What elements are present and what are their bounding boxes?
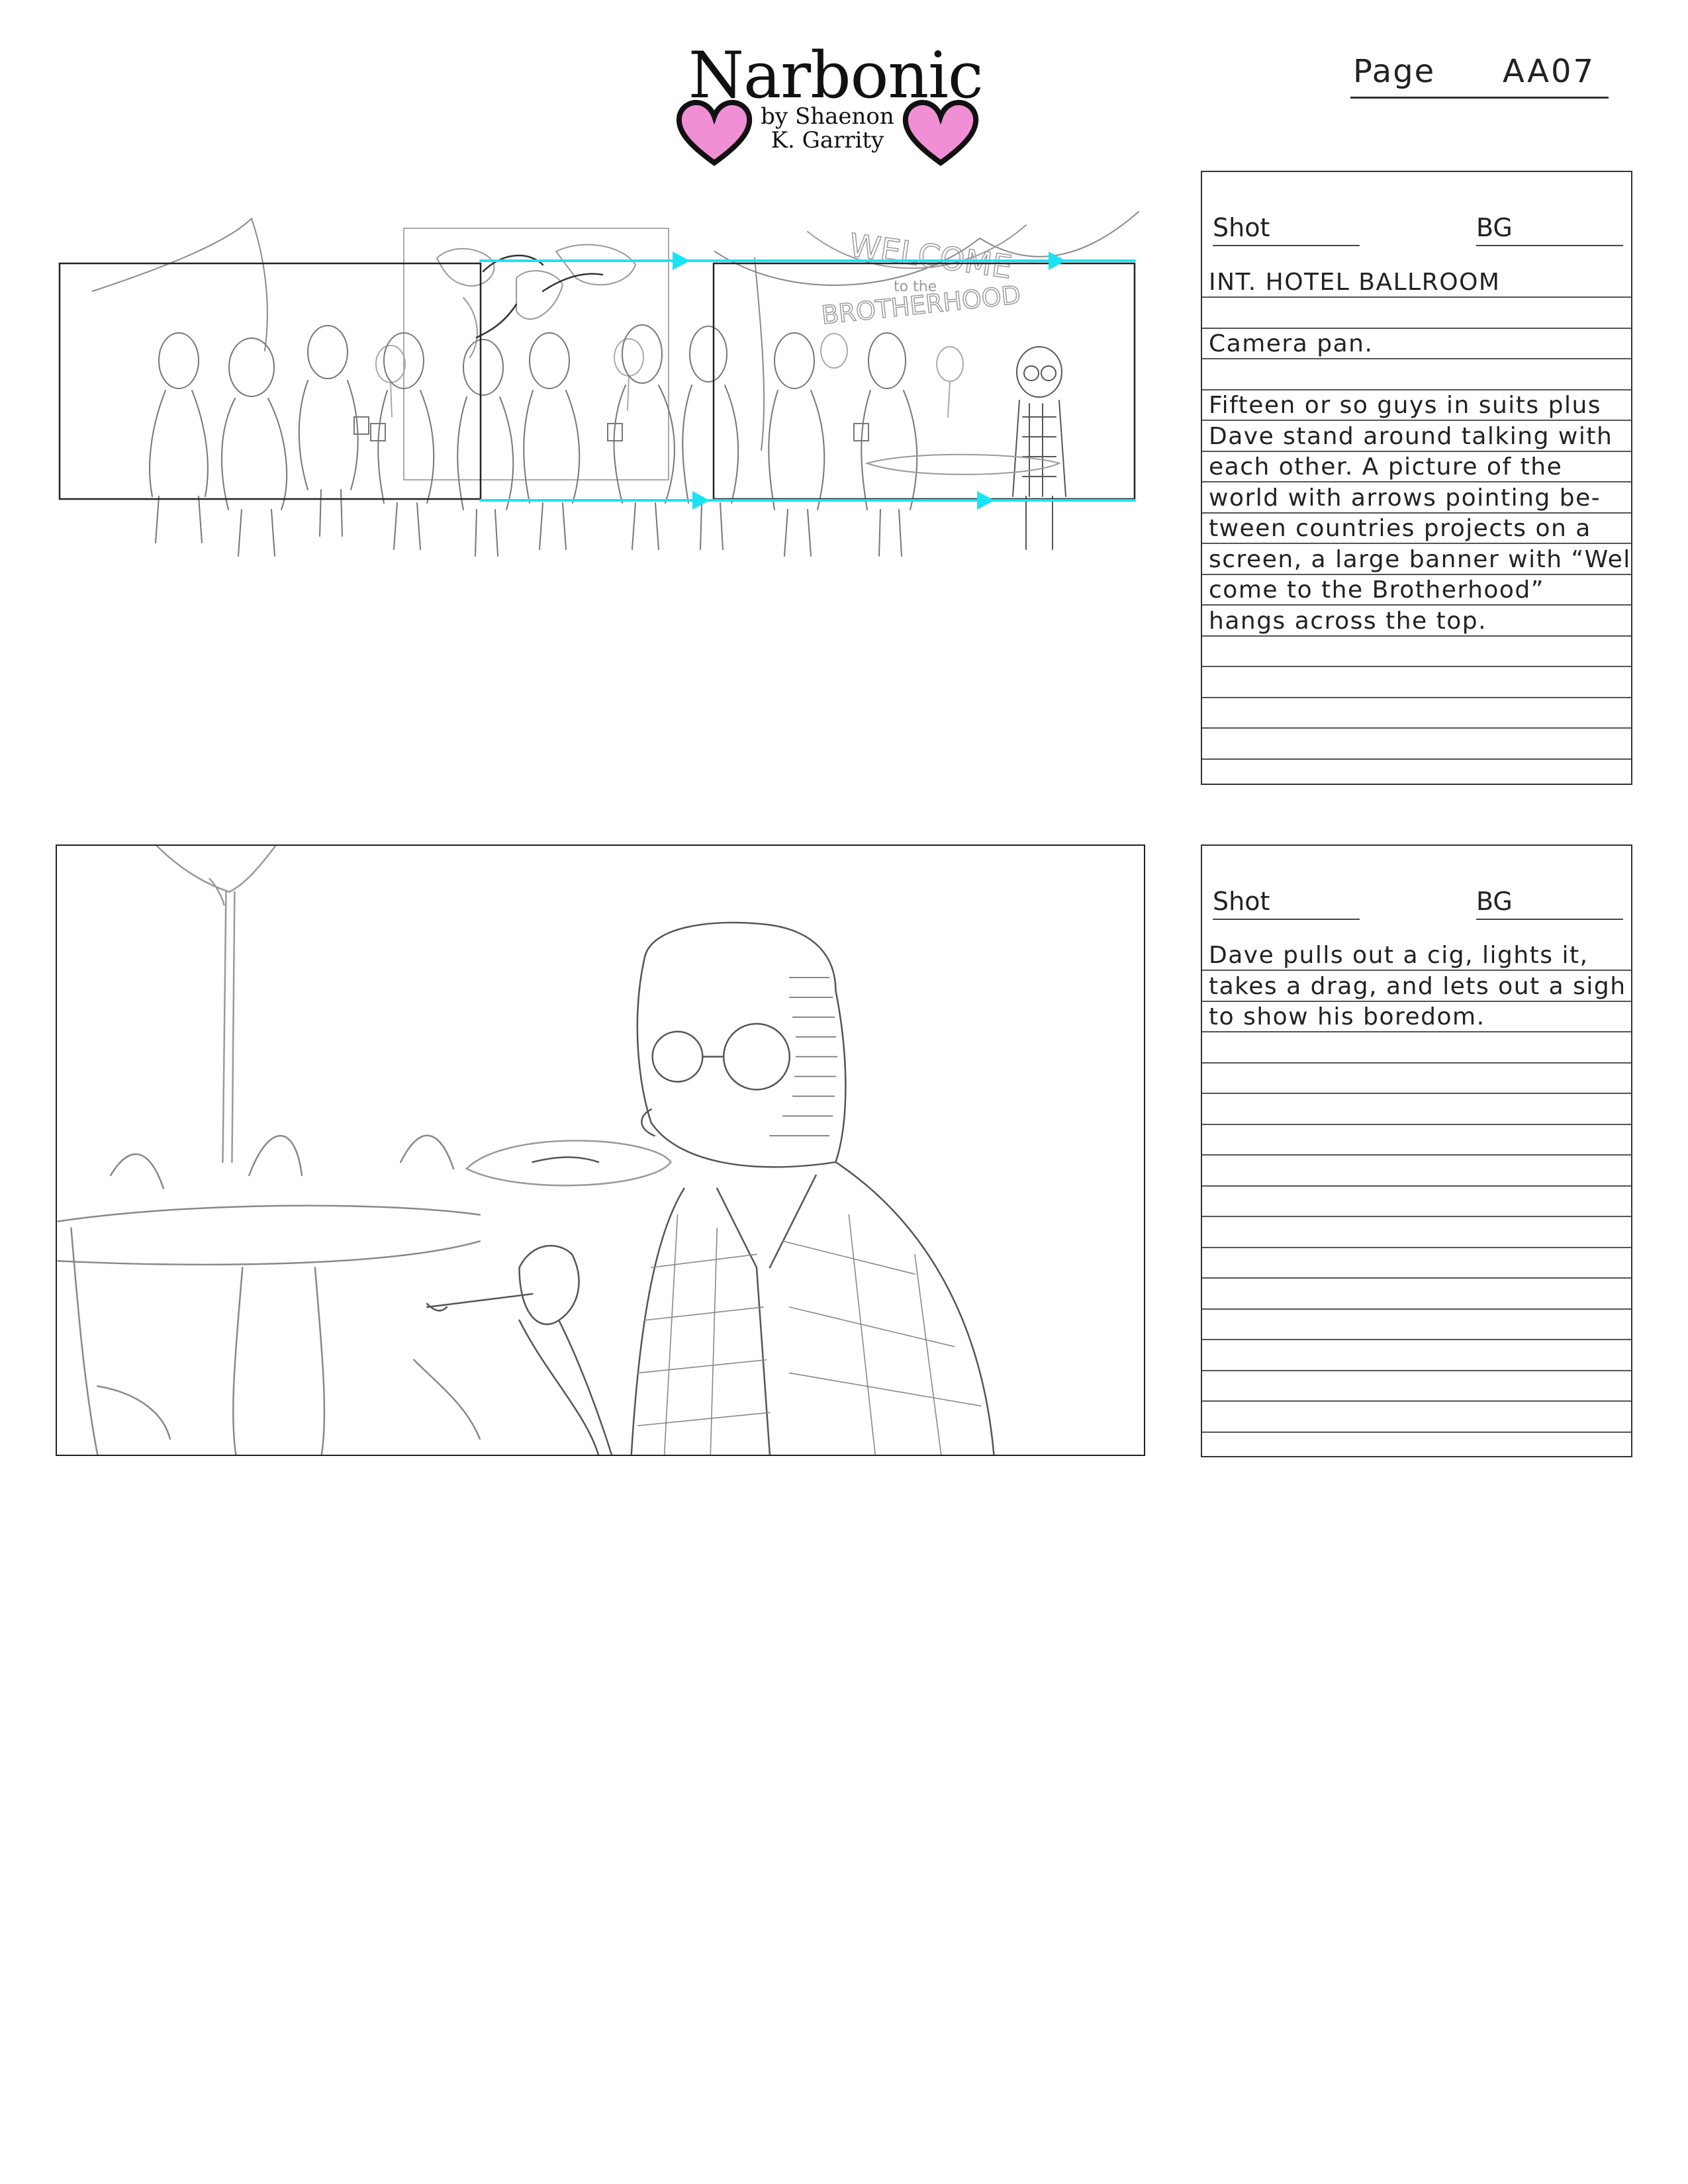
panel-2-sketch — [56, 844, 1145, 1456]
banner-text-welcome: WELCOME — [847, 227, 1014, 287]
shot-field-line-1 — [1213, 245, 1360, 246]
pan-arrow-head-4 — [977, 491, 994, 510]
world-map-arrows — [475, 254, 604, 339]
note-line: screen, a large banner with “Wel- — [1209, 545, 1632, 573]
panel-1-sketch: WELCOME to the BROTHERHOOD — [58, 211, 1139, 557]
shot-field-1: Shot — [1213, 213, 1270, 242]
ruled-line — [1202, 758, 1631, 760]
note-line: come to the Brotherhood” — [1209, 576, 1544, 604]
ruled-line — [1202, 1339, 1631, 1340]
note-line: hangs across the top. — [1209, 607, 1487, 635]
ruled-line — [1202, 1154, 1631, 1156]
shot-label-1: Shot — [1213, 213, 1270, 242]
ruled-line — [1202, 1216, 1631, 1217]
bg-label-1: BG — [1476, 213, 1513, 242]
logo-title: Narbonic — [688, 38, 984, 113]
note-line: Dave stand around talking with — [1209, 422, 1613, 450]
shot-field-line-2 — [1213, 919, 1360, 920]
ruled-line — [1202, 1369, 1631, 1371]
ruled-line — [1202, 1062, 1631, 1064]
page-value: AA07 — [1503, 53, 1596, 90]
ruled-line — [1202, 1185, 1631, 1187]
logo-byline-line-1: by Shaenon — [761, 103, 894, 130]
note-line: Dave pulls out a cig, lights it, — [1209, 942, 1589, 969]
ruled-line — [1202, 1431, 1631, 1433]
ruled-line — [1202, 1246, 1631, 1248]
dave-figure — [1012, 346, 1066, 550]
bg-field-1: BG — [1476, 213, 1513, 242]
projection-screen — [403, 228, 669, 480]
logo-byline: by Shaenon K. Garrity — [755, 105, 900, 152]
ruled-line — [1202, 1093, 1631, 1094]
bg-field-line-2 — [1476, 919, 1623, 920]
ruled-line — [1202, 1277, 1631, 1279]
glasses-left-lens — [651, 1030, 704, 1083]
note-line: to show his boredom. — [1209, 1003, 1485, 1030]
ruled-line — [1202, 1400, 1631, 1402]
narbonic-logo: Narbonic by Shaenon K. Garrity — [675, 38, 984, 166]
ruled-line — [1202, 1123, 1631, 1125]
ruled-line — [1202, 727, 1631, 729]
dave-closeup — [426, 921, 995, 1455]
glasses-right-lens — [722, 1023, 791, 1091]
crowd-figures — [149, 324, 1066, 557]
page-label: Page — [1353, 53, 1436, 90]
note-line: tween countries projects on a — [1209, 515, 1591, 542]
logo-byline-line-2: K. Garrity — [771, 127, 884, 154]
shot-notes-1: Shot BG INT. HOTEL BALLROOM Camera pan. Fi… — [1201, 171, 1632, 785]
note-line: takes a drag, and lets out a sigh — [1209, 972, 1626, 1000]
note-line: world with arrows pointing be- — [1209, 484, 1601, 512]
shot-field-2: Shot — [1213, 887, 1270, 916]
ruled-line — [1202, 1308, 1631, 1310]
bg-label-2: BG — [1476, 887, 1513, 916]
shot-notes-2: Shot BG Dave pulls out a cig, lights it,… — [1201, 844, 1632, 1457]
bg-field-2: BG — [1476, 887, 1513, 916]
smoke-puff — [465, 1140, 673, 1187]
note-line: INT. HOTEL BALLROOM — [1209, 269, 1501, 296]
shot-label-2: Shot — [1213, 887, 1270, 916]
note-line: Fifteen or so guys in suits plus — [1209, 392, 1602, 419]
ruled-line — [1202, 696, 1631, 698]
round-table — [57, 1134, 481, 1455]
chandelier — [156, 846, 277, 1163]
pan-arrow-head-1 — [673, 251, 690, 270]
bg-field-line-1 — [1476, 245, 1623, 246]
note-line: each other. A picture of the — [1209, 453, 1563, 480]
note-line: Camera pan. — [1209, 330, 1374, 357]
ruled-line — [1202, 666, 1631, 667]
page-number-field: Page AA07 — [1350, 49, 1609, 99]
